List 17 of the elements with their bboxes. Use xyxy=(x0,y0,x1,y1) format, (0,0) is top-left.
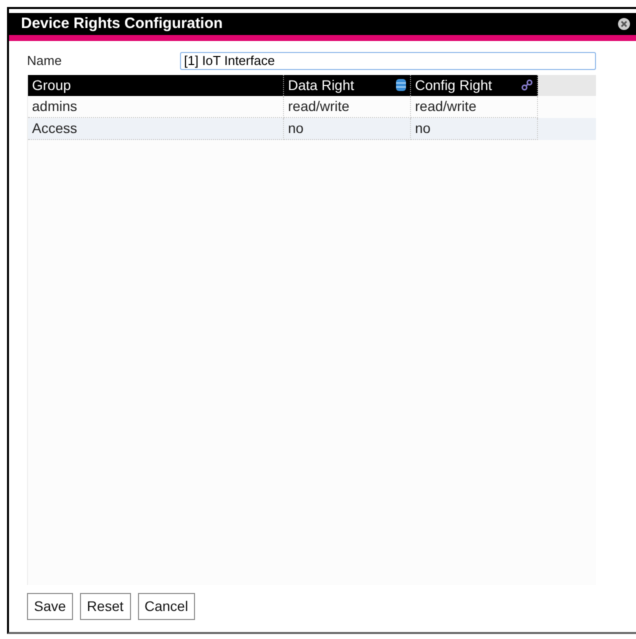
dialog-button[interactable]: Cancel xyxy=(138,593,196,620)
column-header[interactable]: Data Right xyxy=(284,74,411,96)
column-header[interactable]: Group xyxy=(28,74,284,96)
dialog-button[interactable]: Reset xyxy=(80,593,130,620)
close-icon[interactable] xyxy=(618,18,630,30)
window-title: Device Rights Configuration xyxy=(21,14,223,34)
field-label: Name xyxy=(27,52,63,70)
table-cell: no xyxy=(411,118,538,140)
dialog-button[interactable]: Save xyxy=(27,593,73,620)
link-icon xyxy=(521,79,533,91)
column-header[interactable]: Config Right xyxy=(411,74,538,96)
table-cell: no xyxy=(284,118,411,140)
name-field[interactable]: [1] IoT Interface xyxy=(180,52,596,70)
table-cell: Access xyxy=(28,118,284,140)
database-icon xyxy=(396,79,406,91)
header-label: Config Right xyxy=(415,76,492,95)
header-label: Data Right xyxy=(288,76,354,95)
